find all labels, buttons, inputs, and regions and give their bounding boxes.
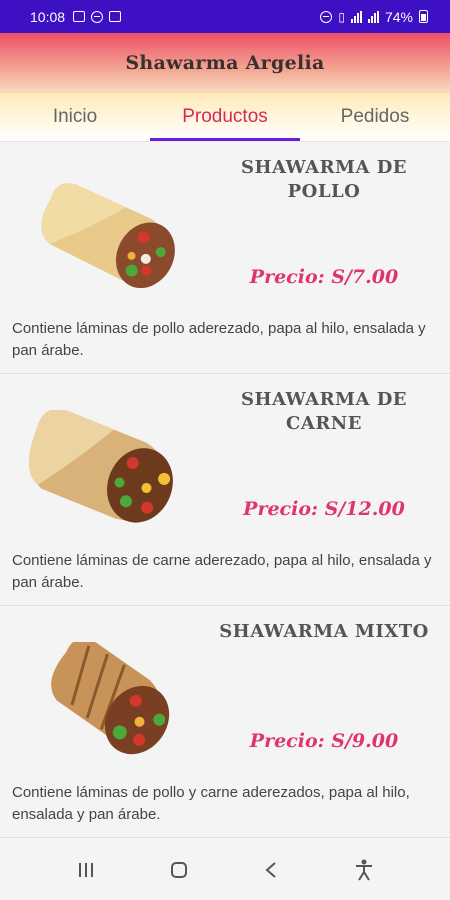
product-card-carne[interactable]: SHAWARMA DE CARNE Precio: S/12.00 Contie…	[0, 374, 450, 606]
product-description: Contiene láminas de pollo y carne aderez…	[12, 784, 410, 823]
product-description: Contiene láminas de pollo aderezado, pap…	[12, 320, 426, 359]
product-price: Precio: S/7.00	[249, 266, 399, 288]
gallery-notification-icon	[73, 11, 86, 22]
signal-icon	[350, 10, 362, 23]
product-list[interactable]: SHAWARMA DE POLLO Precio: S/7.00 Contien…	[0, 142, 450, 840]
product-name: SHAWARMA MIXTO	[219, 621, 429, 642]
accessibility-icon[interactable]	[344, 850, 384, 890]
status-notification-icons	[73, 10, 122, 23]
tab-bar: Inicio Productos Pedidos	[0, 93, 450, 142]
signal-icon-2	[367, 10, 379, 23]
battery-icon	[419, 10, 428, 23]
recent-apps-icon[interactable]	[66, 850, 106, 890]
product-name: SHAWARMA DE POLLO	[240, 157, 408, 202]
home-icon[interactable]	[159, 850, 199, 890]
vibrate-icon: ▯	[338, 9, 345, 24]
status-time: 10:08	[30, 8, 66, 25]
system-nav-bar	[0, 840, 450, 900]
tab-productos[interactable]: Productos	[150, 93, 300, 141]
tab-inicio[interactable]: Inicio	[0, 93, 150, 141]
product-card-mixto[interactable]: SHAWARMA MIXTO Precio: S/9.00 Contiene l…	[0, 606, 450, 838]
message-notification-icon	[109, 11, 122, 22]
chicken-shawarma-wrap-icon	[41, 183, 175, 289]
status-system-icons: ▯ 74%	[320, 9, 428, 25]
back-icon[interactable]	[251, 850, 291, 890]
product-price: Precio: S/9.00	[249, 730, 399, 752]
product-card-pollo[interactable]: SHAWARMA DE POLLO Precio: S/7.00 Contien…	[0, 142, 450, 374]
app-title: Shawarma Argelia	[125, 52, 325, 74]
status-bar: 10:08 ▯ 74%	[0, 0, 450, 33]
tab-pedidos[interactable]: Pedidos	[300, 93, 450, 141]
beef-shawarma-wrap-icon	[28, 410, 173, 523]
app-header: Shawarma Argelia	[0, 33, 450, 93]
alarm-icon	[320, 10, 333, 23]
product-name: SHAWARMA DE CARNE	[240, 389, 408, 434]
battery-percent: 74%	[384, 8, 413, 25]
product-description: Contiene láminas de carne aderezado, pap…	[12, 552, 432, 591]
do-not-disturb-icon	[91, 10, 104, 23]
product-price: Precio: S/12.00	[243, 498, 405, 520]
mixed-shawarma-wrap-icon	[51, 642, 170, 755]
